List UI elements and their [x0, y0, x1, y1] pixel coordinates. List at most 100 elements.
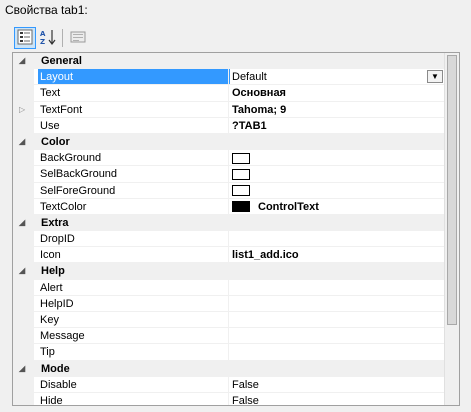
property-value[interactable]: Tahoma; 9 [228, 101, 445, 117]
property-value-text: ControlText [258, 200, 319, 213]
row-gutter [13, 231, 34, 247]
property-value-text: Default [232, 71, 267, 84]
collapse-icon[interactable]: ◢ [19, 361, 25, 377]
property-value[interactable] [228, 182, 445, 198]
svg-text:Z: Z [40, 38, 45, 46]
property-row-tip[interactable]: Tip [13, 344, 445, 361]
row-gutter [13, 182, 34, 198]
collapse-icon[interactable]: ◢ [19, 134, 25, 150]
property-value[interactable] [228, 328, 445, 344]
property-name: TextFont [40, 103, 83, 116]
property-value-text: list1_add.ico [232, 249, 299, 262]
property-name: HelpID [40, 297, 74, 310]
property-name: Tip [40, 346, 55, 359]
property-name: Icon [40, 249, 61, 262]
property-grid[interactable]: ◢ General Layout Default ▼ Text Основная ▷ TextF… [12, 52, 460, 406]
property-value[interactable]: ?TAB1 [228, 117, 445, 133]
property-row-selforeground[interactable]: SelForeGround [13, 182, 445, 199]
property-row-icon[interactable]: Icon list1_add.ico [13, 247, 445, 264]
row-gutter [13, 279, 34, 295]
property-row-helpid[interactable]: HelpID [13, 295, 445, 312]
color-swatch [232, 168, 250, 180]
property-row-textfont[interactable]: ▷ TextFont Tahoma; 9 [13, 101, 445, 118]
category-label: General [41, 55, 82, 67]
property-value-text: Tahoma; 9 [232, 103, 287, 116]
row-gutter [13, 312, 34, 328]
categorized-button[interactable] [14, 27, 36, 49]
property-value[interactable]: Основная [228, 85, 445, 101]
property-value[interactable]: False [228, 376, 445, 392]
row-gutter [13, 392, 34, 405]
property-row-selbackground[interactable]: SelBackGround [13, 166, 445, 183]
property-value[interactable]: False [228, 392, 445, 406]
property-value-text: False [232, 378, 259, 391]
property-name: TextColor [40, 200, 87, 213]
expand-icon[interactable]: ▷ [19, 102, 25, 118]
property-name: Disable [40, 378, 77, 391]
property-value[interactable] [228, 344, 445, 360]
property-value[interactable]: Default ▼ [228, 69, 445, 85]
property-pages-button[interactable] [67, 27, 89, 49]
category-color[interactable]: ◢ Color [13, 133, 445, 151]
property-value[interactable]: list1_add.ico [228, 247, 445, 263]
category-label: Mode [41, 362, 70, 375]
property-name: Hide [40, 394, 63, 406]
toolbar-separator [62, 29, 63, 47]
row-gutter: ◢ [13, 360, 34, 377]
property-value-text: False [232, 394, 259, 406]
color-swatch [232, 152, 250, 164]
row-gutter [13, 198, 34, 214]
property-row-layout[interactable]: Layout Default ▼ [13, 69, 445, 86]
property-name: Alert [40, 281, 63, 294]
category-label: Help [41, 265, 65, 278]
category-label: Extra [41, 216, 69, 229]
property-row-alert[interactable]: Alert [13, 279, 445, 296]
property-value[interactable] [228, 231, 445, 247]
toolbar: A Z [12, 27, 92, 49]
property-row-textcolor[interactable]: TextColor ControlText [13, 198, 445, 215]
row-gutter [13, 295, 34, 311]
category-mode[interactable]: ◢ Mode [13, 360, 445, 377]
property-value[interactable] [228, 295, 445, 311]
property-row-hide[interactable]: Hide False [13, 392, 445, 406]
category-general[interactable]: ◢ General [13, 53, 445, 70]
collapse-icon[interactable]: ◢ [19, 215, 25, 231]
property-value[interactable] [228, 150, 445, 166]
property-name: Text [40, 87, 61, 100]
property-value[interactable] [228, 279, 445, 295]
collapse-icon[interactable]: ◢ [19, 53, 25, 69]
property-row-text[interactable]: Text Основная [13, 85, 445, 102]
property-row-background[interactable]: BackGround [13, 150, 445, 167]
row-gutter: ◢ [13, 53, 34, 70]
property-value[interactable] [228, 166, 445, 182]
color-swatch [232, 185, 250, 197]
property-name: Message [40, 330, 85, 343]
property-row-key[interactable]: Key [13, 312, 445, 329]
property-name: Layout [38, 69, 230, 85]
panel-title: Свойства tab1: [5, 3, 88, 17]
row-gutter [13, 117, 34, 133]
property-row-dropid[interactable]: DropID [13, 231, 445, 248]
row-gutter [13, 344, 34, 360]
row-gutter [13, 376, 34, 392]
collapse-icon[interactable]: ◢ [19, 263, 25, 279]
categorized-icon [17, 29, 33, 48]
property-row-disable[interactable]: Disable False [13, 376, 445, 393]
vertical-scrollbar[interactable] [444, 53, 459, 405]
category-extra[interactable]: ◢ Extra [13, 214, 445, 232]
property-row-use[interactable]: Use ?TAB1 [13, 117, 445, 134]
chevron-down-icon: ▼ [431, 72, 439, 82]
row-gutter [13, 150, 34, 166]
property-value[interactable]: ControlText [228, 198, 445, 214]
property-value-text: ?TAB1 [232, 119, 267, 132]
property-value[interactable] [228, 312, 445, 328]
category-help[interactable]: ◢ Help [13, 263, 445, 280]
property-pages-icon [70, 29, 86, 48]
property-row-message[interactable]: Message [13, 328, 445, 345]
row-gutter [13, 328, 34, 344]
alphabetical-sort-icon: A Z [39, 28, 57, 49]
alphabetical-button[interactable]: A Z [37, 27, 59, 49]
scrollbar-thumb[interactable] [447, 55, 457, 325]
property-name: BackGround [40, 152, 102, 165]
dropdown-button[interactable]: ▼ [427, 70, 443, 84]
